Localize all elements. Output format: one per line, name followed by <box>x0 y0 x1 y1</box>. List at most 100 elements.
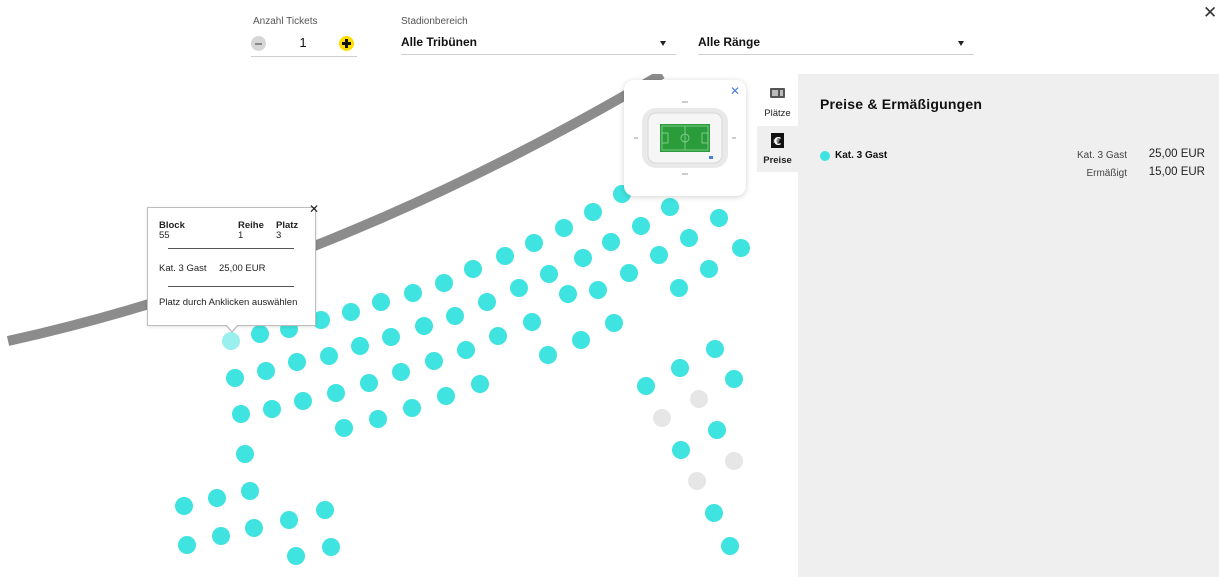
decrease-tickets-button[interactable] <box>251 36 266 51</box>
seat-available[interactable] <box>632 217 650 235</box>
seat-available[interactable] <box>637 377 655 395</box>
seat-available[interactable] <box>435 274 453 292</box>
close-icon[interactable]: ✕ <box>730 85 740 97</box>
ticket-icon <box>770 88 785 98</box>
chevron-down-icon <box>660 41 666 46</box>
seat-unavailable <box>653 409 671 427</box>
rank-value: Alle Ränge <box>698 35 761 49</box>
seat-available[interactable] <box>471 375 489 393</box>
seat-available[interactable] <box>555 219 573 237</box>
seat-available[interactable] <box>316 501 334 519</box>
popup-pointer <box>225 324 239 333</box>
seat-available[interactable] <box>257 362 275 380</box>
seat-available[interactable] <box>710 209 728 227</box>
seat-available[interactable] <box>212 527 230 545</box>
seat-available[interactable] <box>263 400 281 418</box>
seat-available[interactable] <box>425 352 443 370</box>
seat-available[interactable] <box>351 337 369 355</box>
seat-available[interactable] <box>251 325 269 343</box>
seat-available[interactable] <box>360 374 378 392</box>
seat-available[interactable] <box>322 538 340 556</box>
close-icon[interactable]: ✕ <box>309 203 319 215</box>
seat-available[interactable] <box>175 497 193 515</box>
seat-available[interactable] <box>589 281 607 299</box>
seat-available[interactable] <box>232 405 250 423</box>
stadium-minimap[interactable]: ✕ <box>624 80 746 196</box>
seat-available[interactable] <box>672 441 690 459</box>
seat-available[interactable] <box>287 547 305 565</box>
seat-available[interactable] <box>369 410 387 428</box>
seat-available[interactable] <box>650 246 668 264</box>
seat-available[interactable] <box>539 346 557 364</box>
seat-available[interactable] <box>437 387 455 405</box>
seat-map[interactable]: Block 55 Reihe 1 Platz 3 Kat. 3 Gast 25,… <box>0 74 798 577</box>
seat-available[interactable] <box>457 341 475 359</box>
seat-available[interactable] <box>732 239 750 257</box>
seat-available[interactable] <box>510 279 528 297</box>
seat-available[interactable] <box>496 247 514 265</box>
seat-available[interactable] <box>661 198 679 216</box>
block-value: 55 <box>159 230 170 241</box>
filter-bar: Anzahl Tickets 1 Stadionbereich Alle Tri… <box>0 0 1219 74</box>
seat-available[interactable] <box>574 249 592 267</box>
seat-available[interactable] <box>342 303 360 321</box>
tickets-count-label: Anzahl Tickets <box>253 16 318 27</box>
seat-available[interactable] <box>489 327 507 345</box>
seat-selected[interactable] <box>222 332 240 350</box>
stadium-area-select[interactable]: Alle Tribünen <box>401 30 676 55</box>
tab-prices[interactable]: € Preise <box>757 126 798 172</box>
seat-available[interactable] <box>478 293 496 311</box>
seat-available[interactable] <box>584 203 602 221</box>
seat-available[interactable] <box>335 419 353 437</box>
seat-available[interactable] <box>706 340 724 358</box>
seat-available[interactable] <box>403 399 421 417</box>
seat-available[interactable] <box>523 313 541 331</box>
seat-available[interactable] <box>602 233 620 251</box>
seat-available[interactable] <box>540 265 558 283</box>
seat-available[interactable] <box>294 392 312 410</box>
seat-available[interactable] <box>178 536 196 554</box>
seat-available[interactable] <box>670 279 688 297</box>
increase-tickets-button[interactable] <box>339 36 354 51</box>
svg-text:€: € <box>773 135 782 148</box>
close-icon[interactable]: ✕ <box>1203 4 1217 21</box>
seat-available[interactable] <box>725 370 743 388</box>
seat-available[interactable] <box>708 421 726 439</box>
seat-available[interactable] <box>605 314 623 332</box>
seat-available[interactable] <box>415 317 433 335</box>
rank-select[interactable]: Alle Ränge <box>698 30 974 55</box>
seat-available[interactable] <box>446 307 464 325</box>
seat-available[interactable] <box>525 234 543 252</box>
seat-available[interactable] <box>572 331 590 349</box>
seat-available[interactable] <box>327 384 345 402</box>
seat-available[interactable] <box>241 482 259 500</box>
seat-available[interactable] <box>236 445 254 463</box>
seat-available[interactable] <box>671 359 689 377</box>
seat-available[interactable] <box>280 511 298 529</box>
seat-available[interactable] <box>208 489 226 507</box>
seat-available[interactable] <box>620 264 638 282</box>
seat-available[interactable] <box>288 353 306 371</box>
seat-available[interactable] <box>372 293 390 311</box>
tab-seats[interactable]: Plätze <box>757 80 798 126</box>
divider <box>168 286 294 287</box>
seat-available[interactable] <box>226 369 244 387</box>
seat-available[interactable] <box>559 285 577 303</box>
seat-available[interactable] <box>700 260 718 278</box>
seat-available[interactable] <box>705 504 723 522</box>
seat-available[interactable] <box>320 347 338 365</box>
seat-available[interactable] <box>392 363 410 381</box>
seat-available[interactable] <box>680 229 698 247</box>
tab-seats-label: Plätze <box>764 108 791 119</box>
seat-available[interactable] <box>721 537 739 555</box>
seat-available[interactable] <box>382 328 400 346</box>
seat-available[interactable] <box>245 519 263 537</box>
seat-available[interactable] <box>404 284 422 302</box>
stadium-area-label: Stadionbereich <box>401 16 468 27</box>
stadium-minimap-icon <box>634 101 736 175</box>
tickets-stepper: 1 <box>251 30 357 57</box>
seat-unavailable <box>690 390 708 408</box>
prices-panel: Preise & Ermäßigungen Kat. 3 Gast Kat. 3… <box>798 74 1219 577</box>
popup-price: 25,00 EUR <box>219 263 266 274</box>
seat-available[interactable] <box>464 260 482 278</box>
